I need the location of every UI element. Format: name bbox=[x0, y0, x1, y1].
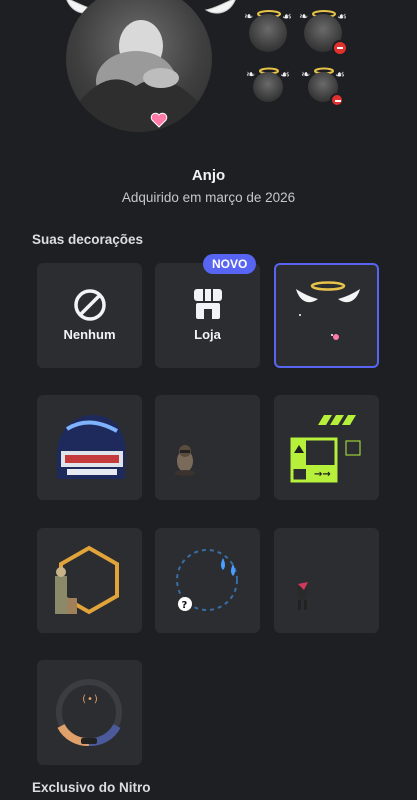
decoration-helmet[interactable] bbox=[37, 395, 142, 500]
none-label: Nenhum bbox=[63, 327, 116, 342]
none-decoration-button[interactable]: Nenhum bbox=[37, 263, 142, 368]
decoration-hazard[interactable]: →→ bbox=[274, 395, 379, 500]
svg-text:?: ? bbox=[182, 600, 188, 611]
svg-text:(•): (•) bbox=[81, 694, 99, 705]
status-preview-grid: ❧ ☙ ❧ ☙ ❧ ☙ ❧ ☙ bbox=[244, 0, 354, 110]
decoration-controller[interactable]: (•) bbox=[37, 660, 142, 765]
wing-icon: ❧ bbox=[299, 11, 309, 23]
wing-icon: ☙ bbox=[337, 11, 347, 23]
shop-label: Loja bbox=[194, 327, 221, 342]
wing-icon: ❧ bbox=[301, 69, 311, 81]
svg-text:→→: →→ bbox=[314, 469, 331, 480]
decoration-rain[interactable]: ? bbox=[155, 528, 260, 633]
racing-helmet-icon bbox=[56, 415, 126, 479]
angel-decoration-icon bbox=[296, 281, 360, 340]
dnd-status-icon bbox=[332, 40, 348, 56]
new-badge: NOVO bbox=[203, 254, 257, 274]
prohibited-icon bbox=[73, 289, 106, 321]
shop-icon bbox=[193, 289, 222, 319]
raccoon-icon bbox=[175, 445, 195, 476]
wing-icon: ❧ bbox=[244, 11, 254, 23]
decoration-raccoon[interactable] bbox=[155, 395, 260, 500]
wing-icon: ☙ bbox=[280, 69, 290, 81]
acquired-date: Adquirido em março de 2026 bbox=[121, 190, 296, 205]
heart-icon bbox=[150, 112, 168, 128]
hexagon-frame-icon bbox=[55, 545, 119, 615]
section-your-decorations: Suas decorações bbox=[32, 232, 144, 247]
dnd-status-icon bbox=[330, 93, 344, 107]
character-sprite-icon bbox=[297, 582, 308, 610]
decoration-character[interactable] bbox=[274, 528, 379, 633]
wing-icon: ☙ bbox=[335, 69, 345, 81]
decoration-angel-selected[interactable] bbox=[274, 263, 379, 368]
right-wing-icon bbox=[204, 0, 236, 14]
wing-icon: ☙ bbox=[282, 11, 292, 23]
hazard-panel-icon: →→ bbox=[290, 415, 361, 483]
decoration-hexagon[interactable] bbox=[37, 528, 142, 633]
decoration-preview: ❧ ☙ ❧ ☙ ❧ ☙ ❧ ☙ bbox=[0, 0, 417, 150]
avatar bbox=[66, 0, 212, 132]
decoration-name: Anjo bbox=[191, 167, 226, 184]
wing-icon: ❧ bbox=[246, 69, 256, 81]
rain-ring-icon: ? bbox=[176, 549, 238, 611]
shop-button[interactable]: Loja bbox=[155, 263, 260, 368]
controller-ring-icon: (•) bbox=[56, 679, 122, 747]
section-nitro-exclusive: Exclusivo do Nitro bbox=[32, 780, 151, 795]
